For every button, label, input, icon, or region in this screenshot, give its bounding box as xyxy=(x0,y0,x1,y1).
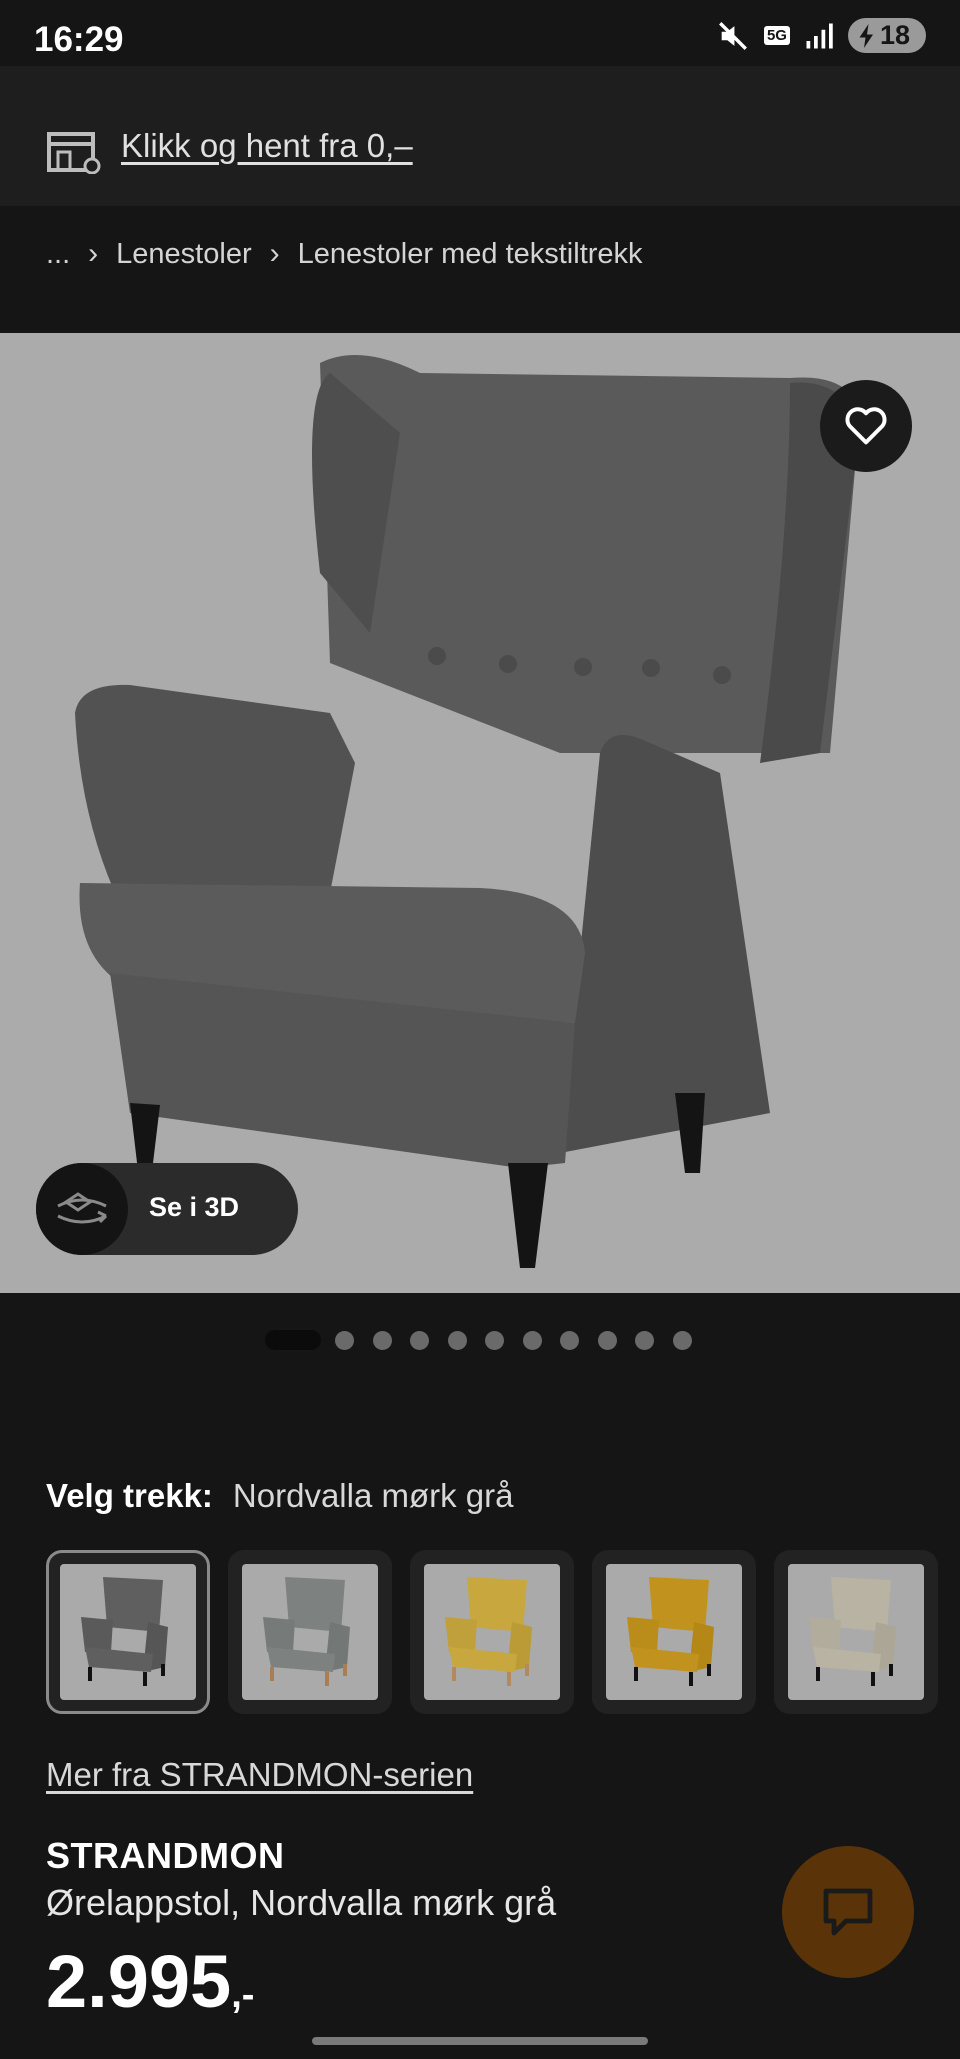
status-bar: 16:29 5G 18 xyxy=(0,0,960,66)
chevron-right-icon: › xyxy=(269,237,280,270)
home-indicator[interactable] xyxy=(312,2037,648,2045)
cover-selected-value: Nordvalla mørk grå xyxy=(232,1477,514,1514)
pagination-dot[interactable] xyxy=(635,1330,654,1350)
pagination-dot[interactable] xyxy=(410,1330,429,1350)
gallery-pagination xyxy=(265,1330,710,1350)
cover-label: Velg trekk: xyxy=(46,1477,213,1514)
heart-icon xyxy=(845,407,887,445)
pagination-dot[interactable] xyxy=(672,1330,692,1350)
swatch-yellow[interactable] xyxy=(410,1550,574,1714)
armchair-thumbnail xyxy=(445,1577,532,1686)
breadcrumb-item-lenestoler[interactable]: Lenestoler xyxy=(116,238,251,271)
chat-button[interactable] xyxy=(782,1846,914,1978)
product-image[interactable] xyxy=(0,333,960,1293)
view-3d-button[interactable]: Se i 3D xyxy=(36,1163,298,1255)
mute-icon xyxy=(718,21,747,50)
swatch-checkered[interactable] xyxy=(228,1550,392,1714)
chat-icon xyxy=(823,1888,873,1936)
battery-level: 18 xyxy=(879,20,910,50)
product-price: 2.995,- xyxy=(46,1945,254,2019)
breadcrumb: ... › Lenestoler › Lenestoler med teksti… xyxy=(46,237,643,271)
cover-swatches xyxy=(46,1550,938,1714)
click-collect-link[interactable]: Klikk og hent fra 0,– xyxy=(121,127,413,165)
pagination-dot[interactable] xyxy=(522,1330,542,1350)
signal-icon xyxy=(806,23,833,48)
pagination-dot-active[interactable] xyxy=(265,1330,321,1350)
product-description: Ørelappstol, Nordvalla mørk grå xyxy=(46,1882,557,1923)
price-value: 2.995 xyxy=(46,1940,232,2023)
breadcrumb-item-textile[interactable]: Lenestoler med tekstiltrekk xyxy=(298,238,643,271)
swatch-golden-yellow[interactable] xyxy=(592,1550,756,1714)
status-time: 16:29 xyxy=(34,20,124,59)
rotate-3d-icon xyxy=(36,1163,128,1255)
charging-icon xyxy=(859,23,873,48)
armchair-thumbnail xyxy=(263,1577,350,1686)
pagination-dot[interactable] xyxy=(597,1330,617,1350)
pagination-dot[interactable] xyxy=(372,1330,392,1350)
armchair-image xyxy=(75,355,860,1268)
pagination-dot[interactable] xyxy=(560,1330,579,1350)
cover-selector: Velg trekk: Nordvalla mørk grå xyxy=(46,1477,514,1515)
product-name: STRANDMON xyxy=(46,1835,285,1876)
store-pickup-icon xyxy=(47,132,101,174)
armchair-thumbnail xyxy=(627,1577,714,1686)
series-link[interactable]: Mer fra STRANDMON-serien xyxy=(46,1756,473,1794)
status-icons: 5G 18 xyxy=(716,18,926,53)
chevron-right-icon: › xyxy=(88,237,99,270)
favorite-button[interactable] xyxy=(820,380,912,472)
armchair-thumbnail xyxy=(81,1577,168,1686)
battery-indicator: 18 xyxy=(847,18,926,53)
price-suffix: ,- xyxy=(231,1974,255,2016)
pagination-dot[interactable] xyxy=(447,1330,467,1350)
swatch-nordvalla-dark-grey[interactable] xyxy=(46,1550,210,1714)
swatch-beige[interactable] xyxy=(774,1550,938,1714)
view-3d-label: Se i 3D xyxy=(149,1192,240,1222)
breadcrumb-ellipsis[interactable]: ... xyxy=(46,238,70,271)
pagination-dot[interactable] xyxy=(335,1330,354,1350)
pagination-dot[interactable] xyxy=(485,1330,504,1350)
armchair-thumbnail xyxy=(809,1577,896,1686)
network-icon: 5G xyxy=(763,26,790,45)
